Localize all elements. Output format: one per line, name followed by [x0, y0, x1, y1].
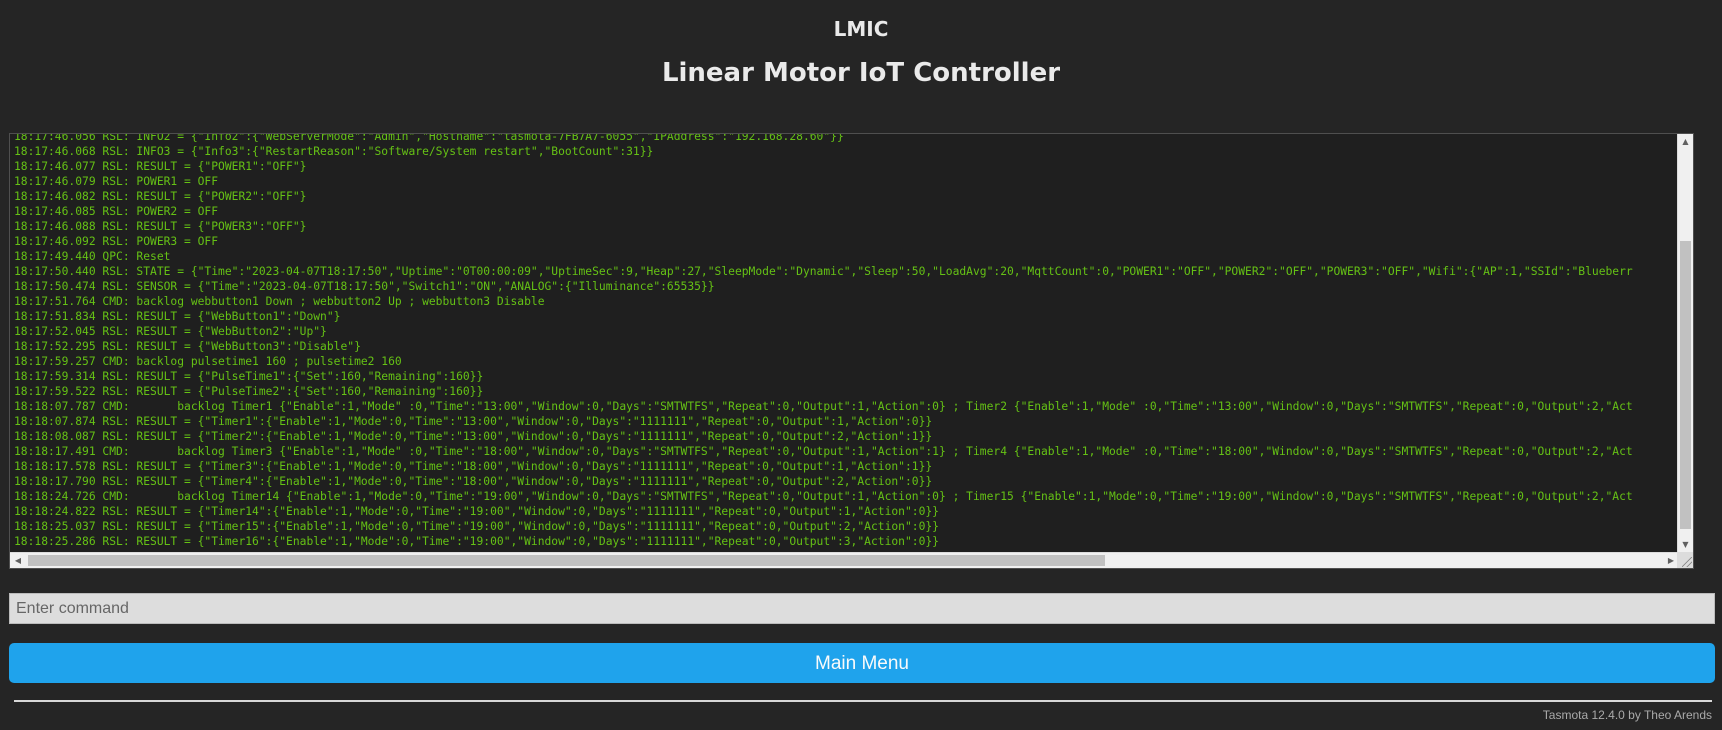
- device-name: LMIC: [833, 17, 889, 41]
- resize-grip-icon[interactable]: [1682, 557, 1692, 567]
- scrollbar-corner: [1677, 552, 1693, 568]
- console-line: 18:18:17.790 RSL: RESULT = {"Timer4":{"E…: [14, 475, 933, 488]
- console-line: 18:18:07.787 CMD: backlog Timer1 {"Enabl…: [14, 400, 1633, 413]
- console-line: 18:18:08.087 RSL: RESULT = {"Timer2":{"E…: [14, 430, 933, 443]
- console-line: 18:18:24.726 CMD: backlog Timer14 {"Enab…: [14, 490, 1633, 503]
- console-line: 18:17:51.834 RSL: RESULT = {"WebButton1"…: [14, 310, 341, 323]
- scroll-down-arrow-icon[interactable]: ▼: [1678, 537, 1693, 553]
- console-line: 18:17:59.314 RSL: RESULT = {"PulseTime1"…: [14, 370, 484, 383]
- footer-version: Tasmota 12.4.0 by Theo Arends: [1542, 708, 1712, 722]
- divider: [14, 700, 1712, 702]
- console-line: 18:18:25.037 RSL: RESULT = {"Timer15":{"…: [14, 520, 939, 533]
- vertical-scroll-thumb[interactable]: [1680, 241, 1691, 529]
- horizontal-scroll-thumb[interactable]: [28, 555, 1105, 566]
- console-line: 18:17:46.088 RSL: RESULT = {"POWER3":"OF…: [14, 220, 307, 233]
- console-line: 18:17:52.295 RSL: RESULT = {"WebButton3"…: [14, 340, 361, 353]
- main-menu-button[interactable]: Main Menu: [9, 643, 1715, 683]
- console-line: 18:17:50.474 RSL: SENSOR = {"Time":"2023…: [14, 280, 715, 293]
- scroll-left-arrow-icon[interactable]: ◀: [10, 553, 26, 568]
- console-line: 18:17:52.045 RSL: RESULT = {"WebButton2"…: [14, 325, 327, 338]
- page-title: Linear Motor IoT Controller: [661, 58, 1061, 88]
- console-log-text: 18:17:46.056 RSL: INFO2 = {"Info2":{"Web…: [14, 133, 1633, 549]
- console-line: 18:17:50.440 RSL: STATE = {"Time":"2023-…: [14, 265, 1633, 278]
- console-line: 18:17:46.082 RSL: RESULT = {"POWER2":"OF…: [14, 190, 307, 203]
- console-line: 18:17:49.440 QPC: Reset: [14, 250, 171, 263]
- console-line: 18:17:46.092 RSL: POWER3 = OFF: [14, 235, 219, 248]
- console-line: 18:17:46.056 RSL: INFO2 = {"Info2":{"Web…: [14, 133, 844, 143]
- console-line: 18:18:24.822 RSL: RESULT = {"Timer14":{"…: [14, 505, 939, 518]
- console-line: 18:17:46.077 RSL: RESULT = {"POWER1":"OF…: [14, 160, 307, 173]
- console-line: 18:17:59.257 CMD: backlog pulsetime1 160…: [14, 355, 402, 368]
- vertical-scrollbar[interactable]: ▲ ▼: [1677, 134, 1693, 553]
- command-input[interactable]: [9, 593, 1715, 624]
- console-line: 18:17:46.068 RSL: INFO3 = {"Info3":{"Res…: [14, 145, 654, 158]
- console-line: 18:17:46.085 RSL: POWER2 = OFF: [14, 205, 219, 218]
- scroll-up-arrow-icon[interactable]: ▲: [1678, 134, 1693, 150]
- console-log[interactable]: 18:17:46.056 RSL: INFO2 = {"Info2":{"Web…: [9, 133, 1694, 569]
- console-line: 18:18:17.578 RSL: RESULT = {"Timer3":{"E…: [14, 460, 933, 473]
- console-line: 18:18:25.286 RSL: RESULT = {"Timer16":{"…: [14, 535, 939, 548]
- console-line: 18:17:59.522 RSL: RESULT = {"PulseTime2"…: [14, 385, 484, 398]
- console-line: 18:18:17.491 CMD: backlog Timer3 {"Enabl…: [14, 445, 1633, 458]
- console-line: 18:17:51.764 CMD: backlog webbutton1 Dow…: [14, 295, 545, 308]
- console-line: 18:17:46.079 RSL: POWER1 = OFF: [14, 175, 219, 188]
- console-line: 18:18:07.874 RSL: RESULT = {"Timer1":{"E…: [14, 415, 933, 428]
- horizontal-scrollbar[interactable]: ◀ ▶: [10, 552, 1679, 568]
